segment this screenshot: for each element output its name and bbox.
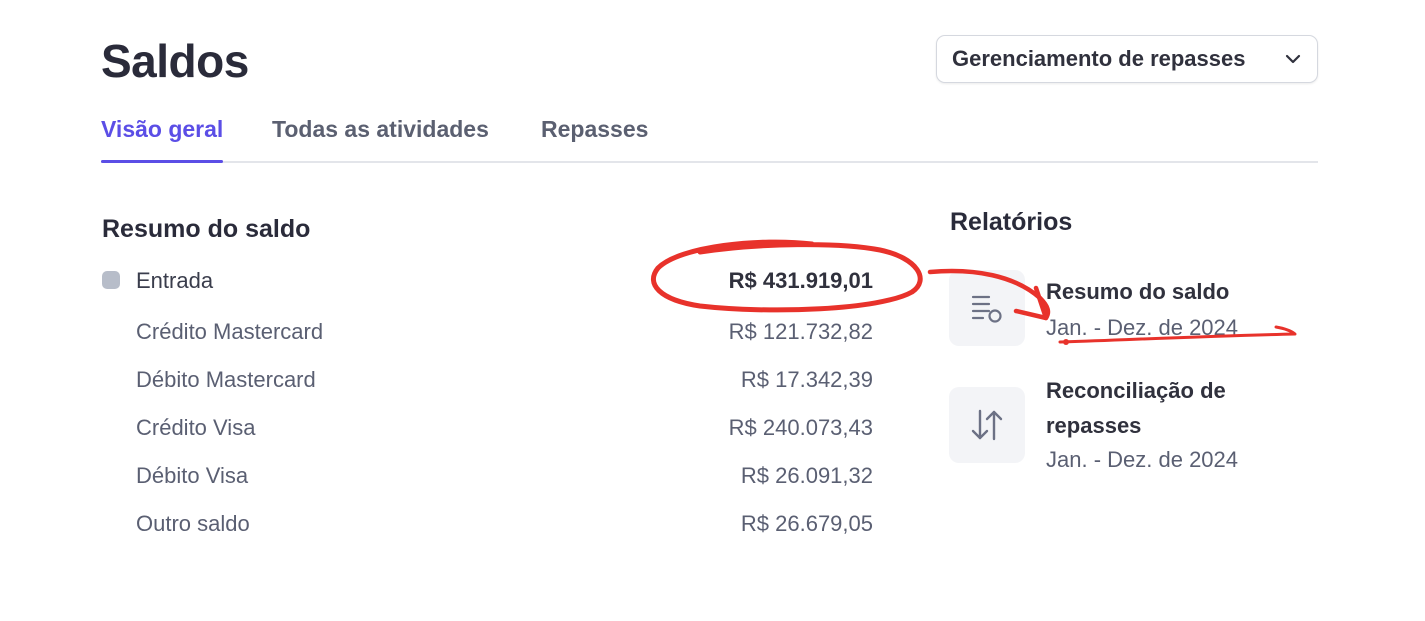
row-label: Entrada	[136, 268, 214, 293]
chevron-down-icon	[1283, 49, 1303, 69]
balance-row: Outro saldo R$ 26.679,05	[102, 511, 873, 541]
report-list-icon	[949, 270, 1025, 346]
report-payout-reconciliation[interactable]: Reconciliação de repasses Jan. - Dez. de…	[949, 378, 1309, 477]
report-balance-summary[interactable]: Resumo do saldo Jan. - Dez. de 2024	[949, 270, 1309, 348]
report-title: Reconciliação de repasses	[1046, 378, 1226, 438]
row-label: Outro saldo	[136, 511, 250, 536]
balance-summary-title: Resumo do saldo	[102, 215, 311, 243]
legend-swatch	[102, 271, 120, 289]
arrows-up-down-icon	[949, 387, 1025, 463]
reports-title: Relatórios	[950, 208, 1073, 236]
row-value: R$ 26.679,05	[740, 511, 873, 536]
row-label: Débito Visa	[136, 463, 249, 488]
report-title: Resumo do saldo	[1046, 279, 1230, 304]
page-title: Saldos	[101, 35, 249, 87]
balance-row: Débito Visa R$ 26.091,32	[102, 463, 873, 493]
balance-row-incoming: Entrada R$ 431.919,01	[102, 268, 873, 298]
tab-overview[interactable]: Visão geral	[101, 116, 224, 163]
report-date-range: Jan. - Dez. de 2024	[1046, 315, 1239, 340]
payout-management-button[interactable]: Gerenciamento de repasses	[936, 35, 1318, 83]
row-value: R$ 121.732,82	[728, 319, 873, 344]
balances-page: Saldos Gerenciamento de repasses Visão g…	[0, 0, 1425, 621]
balance-row: Crédito Mastercard R$ 121.732,82	[102, 319, 873, 349]
row-label: Crédito Visa	[136, 415, 256, 440]
balance-row: Crédito Visa R$ 240.073,43	[102, 415, 873, 445]
row-label: Crédito Mastercard	[136, 319, 324, 344]
tab-bar: Visão geral Todas as atividades Repasses	[101, 112, 1318, 163]
tab-all-activity[interactable]: Todas as atividades	[272, 116, 489, 161]
row-value: R$ 431.919,01	[728, 268, 873, 293]
row-value: R$ 17.342,39	[740, 367, 873, 392]
balance-row: Débito Mastercard R$ 17.342,39	[102, 367, 873, 397]
row-label: Débito Mastercard	[136, 367, 316, 392]
row-value: R$ 26.091,32	[740, 463, 873, 488]
tab-payouts[interactable]: Repasses	[541, 116, 648, 161]
payout-management-label: Gerenciamento de repasses	[952, 46, 1246, 71]
report-date-range: Jan. - Dez. de 2024	[1046, 447, 1239, 472]
row-value: R$ 240.073,43	[728, 415, 873, 440]
